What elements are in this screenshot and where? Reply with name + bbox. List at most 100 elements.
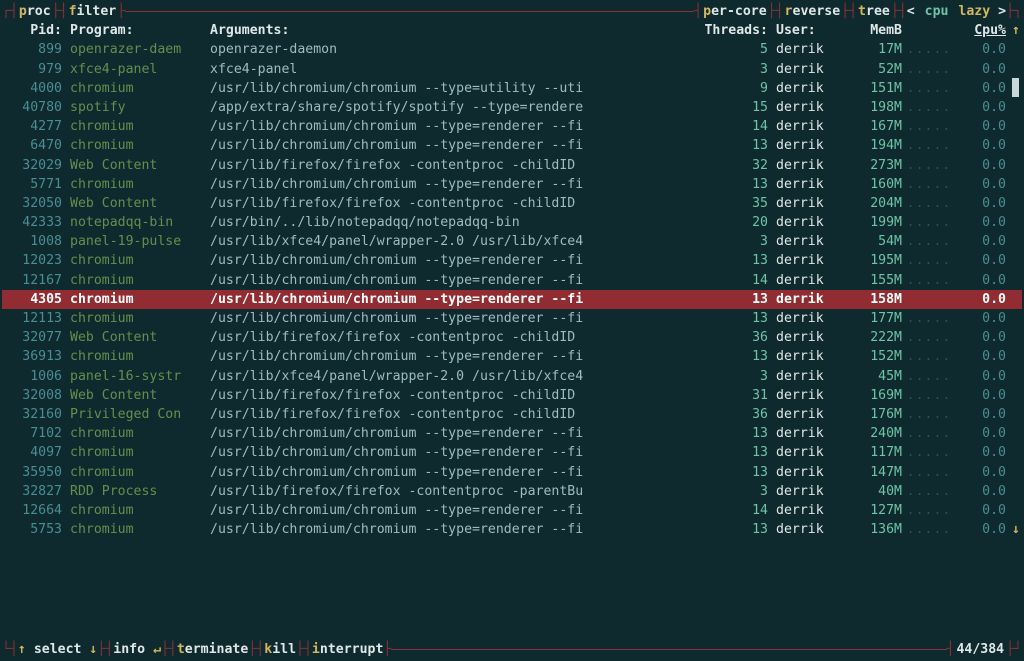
cell-thr: 14 (698, 271, 774, 290)
table-row[interactable]: 36913chromium/usr/lib/chromium/chromium … (2, 347, 1022, 366)
brace-icon (776, 2, 784, 21)
cell-prog: chromium (68, 463, 208, 482)
cell-graph: ..... (906, 232, 952, 251)
cell-cpu: 0.0 (952, 482, 1010, 501)
cell-args: /usr/lib/chromium/chromium --type=render… (208, 271, 698, 290)
header-program[interactable]: Program: (68, 21, 208, 40)
header-pid[interactable]: Pid: (2, 21, 68, 40)
table-row[interactable]: 32160Privileged Con/usr/lib/firefox/fire… (2, 405, 1022, 424)
brace-icon (383, 640, 391, 659)
cell-thr: 13 (698, 309, 774, 328)
cell-mem: 151M (846, 79, 906, 98)
cell-graph: ..... (906, 386, 952, 405)
cell-prog: chromium (68, 424, 208, 443)
cell-pid: 5753 (2, 520, 68, 539)
cell-pid: 4097 (2, 443, 68, 462)
brace-icon (52, 2, 60, 21)
header-threads[interactable]: Threads: (698, 21, 774, 40)
table-row[interactable]: 12023chromium/usr/lib/chromium/chromium … (2, 251, 1022, 270)
table-row[interactable]: 32008Web Content/usr/lib/firefox/firefox… (2, 386, 1022, 405)
cell-mem: 158M (846, 290, 906, 309)
cell-thr: 13 (698, 443, 774, 462)
chev-right-icon[interactable]: > (998, 2, 1006, 21)
action-select[interactable]: ↑ select ↓ (18, 640, 97, 659)
table-row[interactable]: 12167chromium/usr/lib/chromium/chromium … (2, 271, 1022, 290)
cell-user: derrik (774, 443, 846, 462)
table-row[interactable]: 35950chromium/usr/lib/chromium/chromium … (2, 463, 1022, 482)
cell-graph: ..... (906, 40, 952, 59)
table-row[interactable]: 40780spotify/app/extra/share/spotify/spo… (2, 98, 1022, 117)
table-row[interactable]: 5753chromium/usr/lib/chromium/chromium -… (2, 520, 1022, 539)
cell-args: xfce4-panel (208, 60, 698, 79)
tab-reverse[interactable]: reverse (784, 2, 842, 21)
table-row[interactable]: 12113chromium/usr/lib/chromium/chromium … (2, 309, 1022, 328)
cell-graph: ..... (906, 463, 952, 482)
brace-icon (256, 640, 264, 659)
header-mem[interactable]: MemB (846, 21, 906, 40)
table-row[interactable]: 4097chromium/usr/lib/chromium/chromium -… (2, 443, 1022, 462)
header-cpu[interactable]: Cpu% (952, 21, 1010, 40)
scroll-up-icon[interactable]: ↑ (1010, 21, 1022, 40)
cell-args: /usr/lib/firefox/firefox -contentproc -c… (208, 405, 698, 424)
action-kill[interactable]: kill (264, 640, 296, 659)
process-list[interactable]: 899openrazer-daemopenrazer-daemon5derrik… (2, 40, 1022, 539)
cell-pid: 7102 (2, 424, 68, 443)
table-row[interactable]: 7102chromium/usr/lib/chromium/chromium -… (2, 424, 1022, 443)
brace-icon (117, 2, 125, 21)
cell-pid: 12664 (2, 501, 68, 520)
table-row[interactable]: 899openrazer-daemopenrazer-daemon5derrik… (2, 40, 1022, 59)
table-row[interactable]: 32029Web Content/usr/lib/firefox/firefox… (2, 156, 1022, 175)
tab-filter[interactable]: filter (68, 2, 118, 21)
table-row[interactable]: 5771chromium/usr/lib/chromium/chromium -… (2, 175, 1022, 194)
cell-user: derrik (774, 175, 846, 194)
table-row[interactable]: 4305chromium/usr/lib/chromium/chromium -… (2, 290, 1022, 309)
border-corner-tr (1014, 2, 1022, 21)
cell-cpu: 0.0 (952, 367, 1010, 386)
cell-args: /usr/lib/firefox/firefox -contentproc -p… (208, 482, 698, 501)
table-row[interactable]: 1006panel-16-systr/usr/lib/xfce4/panel/w… (2, 367, 1022, 386)
sort-mode: lazy (958, 2, 990, 21)
cell-prog: Web Content (68, 386, 208, 405)
cell-graph: ..... (906, 79, 952, 98)
tab-proc[interactable]: proc (18, 2, 52, 21)
cell-pid: 4305 (2, 290, 68, 309)
action-info[interactable]: info ↵ (113, 640, 161, 659)
bottombar: ↑ select ↓ info ↵ terminate kill interru… (2, 640, 1022, 659)
cell-graph: ..... (906, 520, 952, 539)
cell-args: /usr/lib/xfce4/panel/wrapper-2.0 /usr/li… (208, 232, 698, 251)
chev-left-icon[interactable]: < (907, 2, 915, 21)
cell-args: /usr/lib/firefox/firefox -contentproc -c… (208, 194, 698, 213)
table-row[interactable]: 32050Web Content/usr/lib/firefox/firefox… (2, 194, 1022, 213)
table-row[interactable]: 12664chromium/usr/lib/chromium/chromium … (2, 501, 1022, 520)
brace-icon (841, 2, 849, 21)
cell-prog: chromium (68, 501, 208, 520)
action-terminate[interactable]: terminate (177, 640, 248, 659)
table-row[interactable]: 32827RDD Process/usr/lib/firefox/firefox… (2, 482, 1022, 501)
border-corner-bl (2, 640, 10, 659)
cell-cpu: 0.0 (952, 117, 1010, 136)
scroll-thumb[interactable] (1012, 78, 1019, 97)
table-row[interactable]: 1008panel-19-pulse/usr/lib/xfce4/panel/w… (2, 232, 1022, 251)
cell-pid: 12167 (2, 271, 68, 290)
cell-args: /usr/lib/chromium/chromium --type=utilit… (208, 79, 698, 98)
table-row[interactable]: 4000chromium/usr/lib/chromium/chromium -… (2, 79, 1022, 98)
cell-thr: 13 (698, 290, 774, 309)
table-row[interactable]: 4277chromium/usr/lib/chromium/chromium -… (2, 117, 1022, 136)
cell-args: /usr/lib/chromium/chromium --type=render… (208, 463, 698, 482)
header-args[interactable]: Arguments: (208, 21, 698, 40)
cell-user: derrik (774, 251, 846, 270)
cell-cpu: 0.0 (952, 136, 1010, 155)
cell-scroll: ↓ (1010, 520, 1022, 539)
table-row[interactable]: 32077Web Content/usr/lib/firefox/firefox… (2, 328, 1022, 347)
header-user[interactable]: User: (774, 21, 846, 40)
table-row[interactable]: 6470chromium/usr/lib/chromium/chromium -… (2, 136, 1022, 155)
table-row[interactable]: 979xfce4-panelxfce4-panel3derrik52M.....… (2, 60, 1022, 79)
action-interrupt[interactable]: interrupt (312, 640, 383, 659)
tab-tree[interactable]: tree (857, 2, 891, 21)
cell-pid: 32827 (2, 482, 68, 501)
scroll-down-icon[interactable]: ↓ (1012, 522, 1020, 537)
cell-mem: 194M (846, 136, 906, 155)
tab-per-core[interactable]: per-core (702, 2, 768, 21)
table-row[interactable]: 42333notepadqq-bin/usr/bin/../lib/notepa… (2, 213, 1022, 232)
sort-selector[interactable]: < cpu lazy > (907, 2, 1006, 21)
